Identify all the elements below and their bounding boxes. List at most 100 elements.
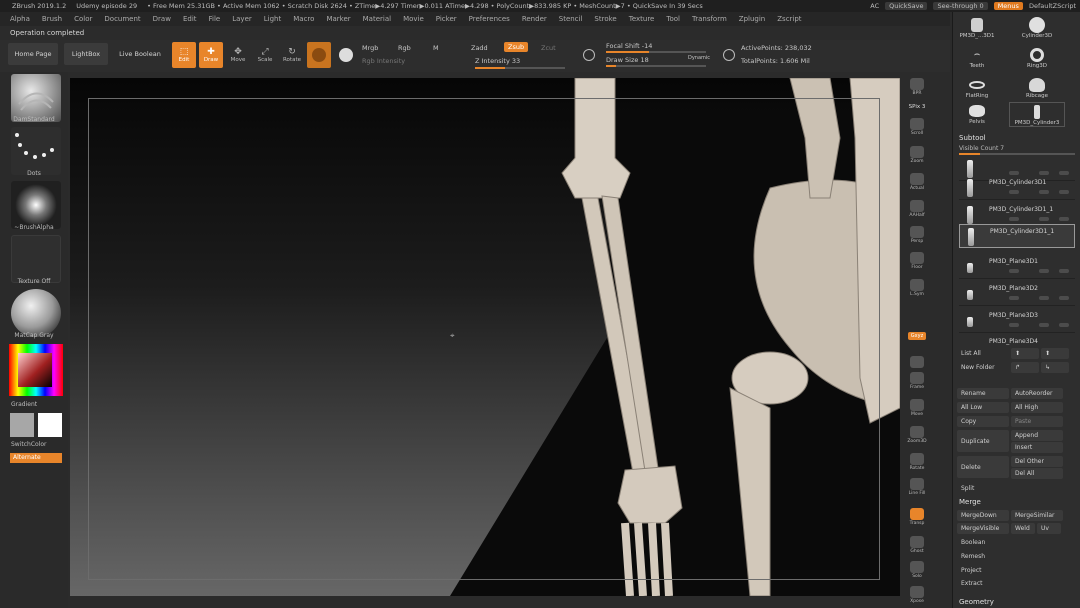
draw-size-slider[interactable]: Draw Size 18 <box>606 56 649 64</box>
uv-button[interactable]: Uv <box>1037 523 1061 534</box>
focal-shift-track[interactable] <box>606 51 706 53</box>
all-low-button[interactable]: All Low <box>957 402 1009 413</box>
draw-mode-button[interactable]: ✚ Draw <box>199 42 223 68</box>
move-view-button[interactable]: Move <box>905 395 929 417</box>
menu-layer[interactable]: Layer <box>232 15 252 23</box>
arrow-right-button[interactable]: ↱ <box>1011 362 1039 373</box>
rename-button[interactable]: Rename <box>957 388 1009 399</box>
menu-macro[interactable]: Macro <box>293 15 314 23</box>
menu-draw[interactable]: Draw <box>153 15 171 23</box>
eye-icon[interactable] <box>1059 269 1069 273</box>
focal-shift-slider[interactable]: Focal Shift -14 <box>606 42 652 50</box>
toggle[interactable] <box>1009 269 1019 273</box>
menu-tool[interactable]: Tool <box>666 15 680 23</box>
copy-button[interactable]: Copy <box>957 416 1009 427</box>
z-intensity-slider[interactable]: Z Intensity 33 <box>475 57 520 65</box>
toggle[interactable] <box>1039 296 1049 300</box>
menu-texture[interactable]: Texture <box>629 15 655 23</box>
seethrough-slider[interactable]: See-through 0 <box>933 2 988 10</box>
lightbox-button[interactable]: LightBox <box>64 43 108 65</box>
menu-preferences[interactable]: Preferences <box>469 15 510 23</box>
sym-axis-button[interactable] <box>905 347 929 369</box>
tool-ring3d-thumb[interactable]: Ring3D <box>1017 46 1057 69</box>
gradient-label[interactable]: Gradient <box>0 401 68 408</box>
eye-icon[interactable] <box>1059 217 1069 221</box>
tool-flatring-thumb[interactable]: FlatRing <box>957 76 997 99</box>
project-header[interactable]: Project <box>957 565 1009 576</box>
xpose-button[interactable]: Xpose <box>905 582 929 604</box>
dynamic-button[interactable]: Dynamic <box>688 55 710 61</box>
geometry-header[interactable]: Geometry <box>959 598 994 606</box>
defaultzscript-button[interactable]: DefaultZScript <box>1029 2 1076 10</box>
toggle[interactable] <box>1009 217 1019 221</box>
toggle[interactable] <box>1039 190 1049 194</box>
menus-button[interactable]: Menus <box>993 2 1023 10</box>
aahalf-button[interactable]: AAHalf <box>905 196 929 218</box>
duplicate-button[interactable]: Duplicate <box>957 430 1009 452</box>
menu-stroke[interactable]: Stroke <box>594 15 616 23</box>
ac-button[interactable]: AC <box>870 2 879 10</box>
extract-header[interactable]: Extract <box>957 578 1009 589</box>
menu-file[interactable]: File <box>209 15 221 23</box>
menu-light[interactable]: Light <box>264 15 281 23</box>
subtool-item[interactable]: PM3D_Plane3D3 <box>959 309 1075 333</box>
tool-teeth-thumb[interactable]: ⌢ Teeth <box>957 46 997 69</box>
stroke-thumbnail[interactable] <box>11 127 61 175</box>
subtool-item[interactable]: PM3D_Plane3D1 <box>959 255 1075 279</box>
eye-icon[interactable] <box>1059 296 1069 300</box>
del-other-button[interactable]: Del Other <box>1011 456 1063 467</box>
ghost-button[interactable]: Ghost <box>905 532 929 554</box>
menu-material[interactable]: Material <box>363 15 391 23</box>
move-mode-button[interactable]: ✥ Move <box>226 42 250 68</box>
canvas-viewport[interactable] <box>70 78 900 596</box>
scroll-button[interactable]: Scroll <box>905 114 929 136</box>
z-intensity-track[interactable] <box>475 67 565 69</box>
eye-icon[interactable] <box>1059 323 1069 327</box>
menu-zplugin[interactable]: Zplugin <box>739 15 765 23</box>
new-folder-button[interactable]: New Folder <box>957 362 1009 373</box>
menu-picker[interactable]: Picker <box>436 15 457 23</box>
alpha-thumbnail[interactable] <box>11 181 61 229</box>
menu-stencil[interactable]: Stencil <box>559 15 583 23</box>
rgb-intensity-slider[interactable]: Rgb Intensity <box>362 57 405 65</box>
secondary-color-swatch[interactable] <box>38 413 62 437</box>
s-button[interactable] <box>580 45 598 65</box>
live-boolean-button[interactable]: Live Boolean <box>114 43 166 65</box>
arrow-return-button[interactable]: ↳ <box>1041 362 1069 373</box>
del-all-button[interactable]: Del All <box>1011 468 1063 479</box>
menu-alpha[interactable]: Alpha <box>10 15 30 23</box>
rgb-button[interactable]: Rgb <box>398 44 411 52</box>
material-thumbnail[interactable] <box>11 289 61 337</box>
color-picker[interactable] <box>9 344 63 396</box>
subtool-item-selected[interactable]: PM3D_Cylinder3D1_1 <box>959 224 1075 248</box>
zcut-button[interactable]: Zcut <box>541 44 556 52</box>
spix-slider[interactable]: SPix 3 <box>905 96 929 110</box>
zsub-button[interactable]: Zsub <box>504 42 529 52</box>
remesh-header[interactable]: Remesh <box>957 551 1009 562</box>
tool-pelvis-thumb[interactable]: Pelvis <box>957 102 997 125</box>
delete-button[interactable]: Delete <box>957 456 1009 478</box>
persp-button[interactable]: Persp <box>905 222 929 244</box>
draw-size-track[interactable] <box>606 65 706 67</box>
alternate-button[interactable]: Alternate <box>10 453 62 463</box>
menu-brush[interactable]: Brush <box>42 15 62 23</box>
floor-button[interactable]: Floor <box>905 248 929 270</box>
scale-mode-button[interactable]: ⤢ Scale <box>253 42 277 68</box>
eye-icon[interactable] <box>1059 171 1069 175</box>
home-page-button[interactable]: Home Page <box>8 43 58 65</box>
insert-button[interactable]: Insert <box>1011 442 1063 453</box>
visible-count-track[interactable] <box>959 153 1075 155</box>
menu-color[interactable]: Color <box>74 15 92 23</box>
mrgb-button[interactable]: Mrgb <box>362 44 378 52</box>
weld-button[interactable]: Weld <box>1011 523 1035 534</box>
toggle[interactable] <box>1009 190 1019 194</box>
gxyz-button[interactable]: Gxyz <box>905 324 929 340</box>
tool-pm3d-thumb[interactable]: PM3D_...3D1 <box>957 16 997 39</box>
merge-header[interactable]: Merge <box>959 498 981 506</box>
zoom-button[interactable]: Zoom <box>905 142 929 164</box>
toggle[interactable] <box>1039 217 1049 221</box>
tool-cylinder3d-thumb[interactable]: Cylinder3D <box>1017 16 1057 39</box>
toggle[interactable] <box>1039 171 1049 175</box>
append-button[interactable]: Append <box>1011 430 1063 441</box>
menu-edit[interactable]: Edit <box>183 15 197 23</box>
